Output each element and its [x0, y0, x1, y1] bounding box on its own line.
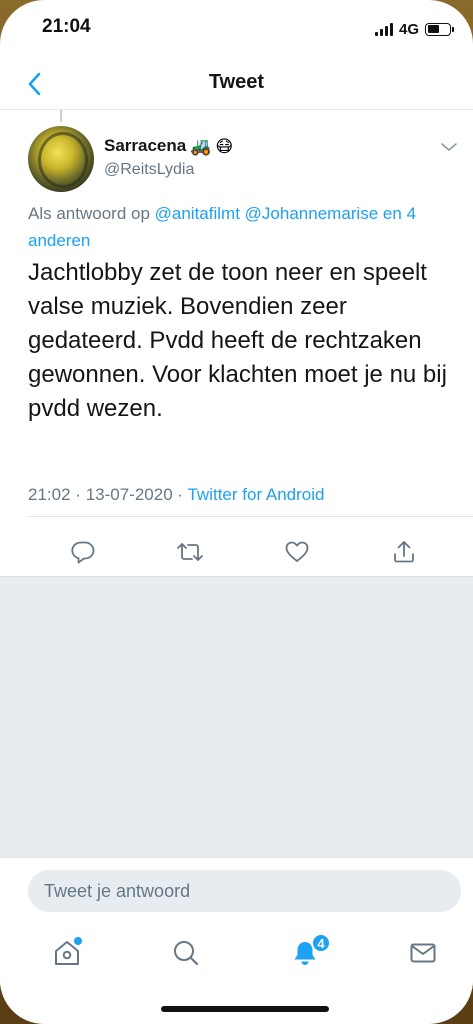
- share-button[interactable]: [384, 532, 424, 572]
- mention-link[interactable]: @Johannemarise: [245, 204, 379, 223]
- avatar[interactable]: [28, 126, 94, 192]
- thread-line: [60, 110, 62, 122]
- tweet-menu-button[interactable]: [439, 140, 459, 154]
- search-icon: [174, 941, 199, 966]
- author-row: Sarracena 🚜 😷: [104, 136, 233, 156]
- status-bar: 21:04 4G: [0, 0, 473, 58]
- tweet-actions: [0, 532, 473, 572]
- user-handle[interactable]: @ReitsLydia: [104, 161, 194, 179]
- retweet-button[interactable]: [170, 532, 210, 572]
- divider: [28, 516, 473, 517]
- chevron-down-icon: [441, 143, 457, 151]
- reply-input[interactable]: [28, 870, 461, 912]
- replies-area: [0, 576, 473, 857]
- meta-separator: ·: [177, 485, 184, 504]
- tab-notifications[interactable]: 4: [283, 931, 331, 975]
- nav-bar: Tweet: [0, 58, 473, 110]
- mask-emoji: 😷: [215, 136, 234, 156]
- tab-home[interactable]: [45, 931, 89, 975]
- mail-icon: [410, 943, 436, 963]
- tab-messages[interactable]: [401, 931, 445, 975]
- home-unread-dot: [74, 937, 82, 945]
- like-button[interactable]: [277, 532, 317, 572]
- tab-search[interactable]: [164, 931, 208, 975]
- home-indicator: [161, 1006, 329, 1012]
- tweet-text: Jachtlobby zet de toon neer en speelt va…: [28, 259, 447, 422]
- tractor-emoji: 🚜: [190, 136, 212, 156]
- reply-context: Als antwoord op @anitafilmt @Johannemari…: [28, 200, 458, 254]
- mention-link[interactable]: @anitafilmt: [155, 204, 240, 223]
- tweet-source-link[interactable]: Twitter for Android: [187, 485, 324, 504]
- reply-button[interactable]: [63, 532, 103, 572]
- page-title: Tweet: [208, 71, 265, 93]
- tweet-date: 13-07-2020: [85, 485, 173, 504]
- signal-icon: [374, 22, 393, 36]
- tab-bar: 4: [0, 919, 473, 989]
- reply-connector[interactable]: en: [383, 204, 402, 223]
- tweet-time: 21:02: [28, 485, 71, 504]
- tweet-meta: 21:02 · 13-07-2020 · Twitter for Android: [28, 485, 325, 505]
- reply-icon: [71, 541, 95, 564]
- phone-screen: 21:04 4G Tweet Sarracena 🚜 😷 @ReitsLydia: [0, 0, 473, 1024]
- status-time: 21:04: [42, 16, 91, 37]
- share-icon: [394, 541, 414, 563]
- retweet-icon: [177, 543, 203, 561]
- battery-icon: [425, 22, 454, 36]
- network-type: 4G: [398, 20, 419, 38]
- reply-composer: [0, 857, 473, 919]
- notification-badge: 4: [311, 933, 331, 953]
- status-indicators: 4G: [374, 18, 454, 40]
- reply-prefix: Als antwoord op: [28, 204, 150, 223]
- display-name[interactable]: Sarracena: [104, 136, 186, 156]
- meta-separator: ·: [75, 485, 81, 504]
- heart-icon: [285, 541, 309, 562]
